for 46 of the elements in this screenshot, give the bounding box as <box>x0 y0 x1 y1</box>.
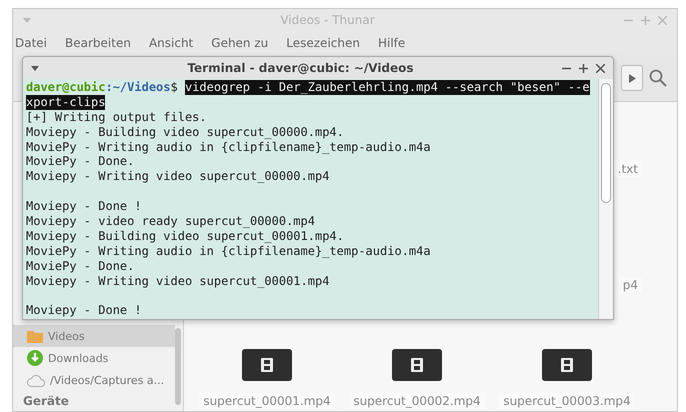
menu-item[interactable]: Gehen zu <box>211 36 276 50</box>
film-icon <box>561 358 573 372</box>
forward-button[interactable] <box>621 65 643 91</box>
terminal-line: Moviepy - Building video supercut_00000.mp4. <box>26 124 345 140</box>
arrow-right-icon <box>628 74 636 82</box>
terminal-line: Moviepy - Writing video supercut_00001.mp4 <box>26 274 330 288</box>
prompt-symbol: $ <box>170 80 179 95</box>
maximize-icon[interactable] <box>579 64 588 72</box>
video-file-icon[interactable] <box>542 349 592 381</box>
terminal-line: Moviepy - Building video supercut_00001.mp4. <box>26 228 345 244</box>
prompt-user: daver@cubic <box>26 80 106 95</box>
folder-icon <box>27 330 43 342</box>
sidebar-item[interactable]: Downloads <box>13 347 175 369</box>
menu-item[interactable]: Datei <box>15 36 56 50</box>
terminal-line: Moviepy - Done ! <box>26 303 143 318</box>
film-icon <box>411 358 423 372</box>
video-file-icon[interactable] <box>242 349 292 381</box>
sidebar-item[interactable]: /Videos/Captures a... <box>13 369 175 391</box>
sidebar-heading: Geräte <box>22 393 70 410</box>
film-icon <box>261 358 273 372</box>
terminal-line: Moviepy - Done ! <box>26 199 143 214</box>
sidebar-item[interactable]: Videos <box>13 325 175 347</box>
terminal-line: MoviePy - Writing audio in {clipfilename}_temp-audio.m4a <box>26 244 432 259</box>
video-file-icon[interactable] <box>392 349 442 381</box>
scrollbar-thumb[interactable] <box>175 328 181 405</box>
caret-down-icon[interactable] <box>31 66 39 70</box>
terminal-line: [+] Writing output files. <box>26 110 208 125</box>
terminal-line: MoviePy - Done. <box>26 154 136 170</box>
terminal-line: Moviepy - Writing video supercut_00000.mp4 <box>26 169 330 184</box>
menu-item[interactable]: Lesezeichen <box>286 36 368 50</box>
download-icon <box>27 350 43 366</box>
window-title: Videos - Thunar <box>279 13 376 27</box>
terminal-line: Moviepy - video ready supercut_00000.mp4 <box>26 214 316 229</box>
menu-item[interactable]: Bearbeiten <box>65 36 139 50</box>
terminal-line: MoviePy - Writing audio in {clipfilename}_temp-audio.m4a <box>26 140 432 154</box>
terminal-line: MoviePy - Done. <box>26 258 136 274</box>
selected-command: videogrep -i Der_Zauberlehrling.mp4 --search "besen" --e <box>184 80 590 95</box>
selected-command: xport-clips <box>26 94 106 110</box>
cloud-icon <box>27 374 45 386</box>
close-icon[interactable] <box>596 64 605 72</box>
menu-item[interactable]: Ansicht <box>148 36 202 50</box>
window-title: Terminal - daver@cubic: ~/Videos <box>186 61 415 75</box>
menu-item[interactable]: Hilfe <box>378 36 414 50</box>
scrollbar-thumb[interactable] <box>601 83 611 203</box>
search-icon[interactable] <box>649 69 667 87</box>
prompt-path: :~/Videos <box>105 80 171 95</box>
